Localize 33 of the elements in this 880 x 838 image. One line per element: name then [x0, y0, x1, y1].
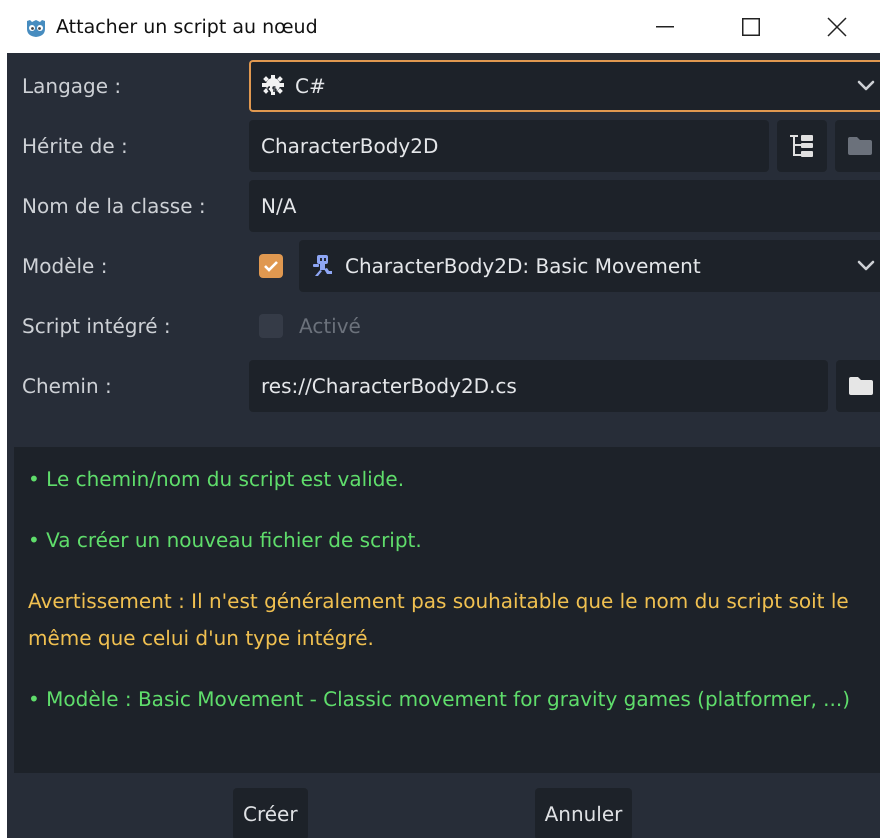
node-tree-button[interactable] — [777, 120, 827, 172]
language-dropdown[interactable]: C# — [249, 60, 880, 112]
folder-icon — [848, 376, 874, 396]
cancel-button[interactable]: Annuler — [534, 788, 632, 838]
browse-button[interactable] — [836, 360, 880, 412]
close-icon — [827, 16, 847, 36]
info-message: • Va créer un nouveau fichier de script. — [28, 527, 423, 554]
chevron-down-icon — [857, 80, 875, 92]
window-title: Attacher un script au nœud — [56, 16, 319, 38]
checkbox[interactable] — [259, 254, 283, 278]
maximize-icon — [742, 18, 760, 36]
field-label: Script intégré : — [21, 314, 172, 338]
field-label: Modèle : — [21, 254, 108, 278]
minimize-icon — [656, 26, 674, 28]
inherits-field[interactable]: CharacterBody2D — [249, 120, 769, 172]
warning-message: Avertissement : Il n'est généralement pas souhaitable que le nom du script soit le même que celui d'un type intégré. — [28, 588, 850, 652]
field-label: Hérite de : — [21, 134, 129, 158]
info-message: • Le chemin/nom du script est valide. — [28, 466, 406, 493]
check-icon — [263, 260, 279, 272]
field-label: Chemin : — [21, 374, 113, 398]
create-button[interactable]: Créer — [233, 788, 308, 838]
gear-icon — [261, 74, 285, 98]
class-name-field[interactable]: N/A — [249, 180, 880, 232]
field-label: Langage : — [21, 74, 122, 98]
character-icon — [311, 254, 335, 278]
folder-icon — [847, 136, 873, 156]
template-dropdown[interactable]: CharacterBody2D: Basic Movement — [299, 240, 880, 292]
field-label: Nom de la classe : — [21, 194, 207, 218]
checkbox-label: Activé — [299, 314, 361, 338]
chevron-down-icon — [857, 260, 875, 272]
info-message: • Modèle : Basic Movement - Classic movement for gravity games (platformer, ...) — [28, 686, 852, 713]
path-field[interactable]: res://CharacterBody2D.cs — [249, 360, 828, 412]
tree-icon — [789, 134, 815, 158]
